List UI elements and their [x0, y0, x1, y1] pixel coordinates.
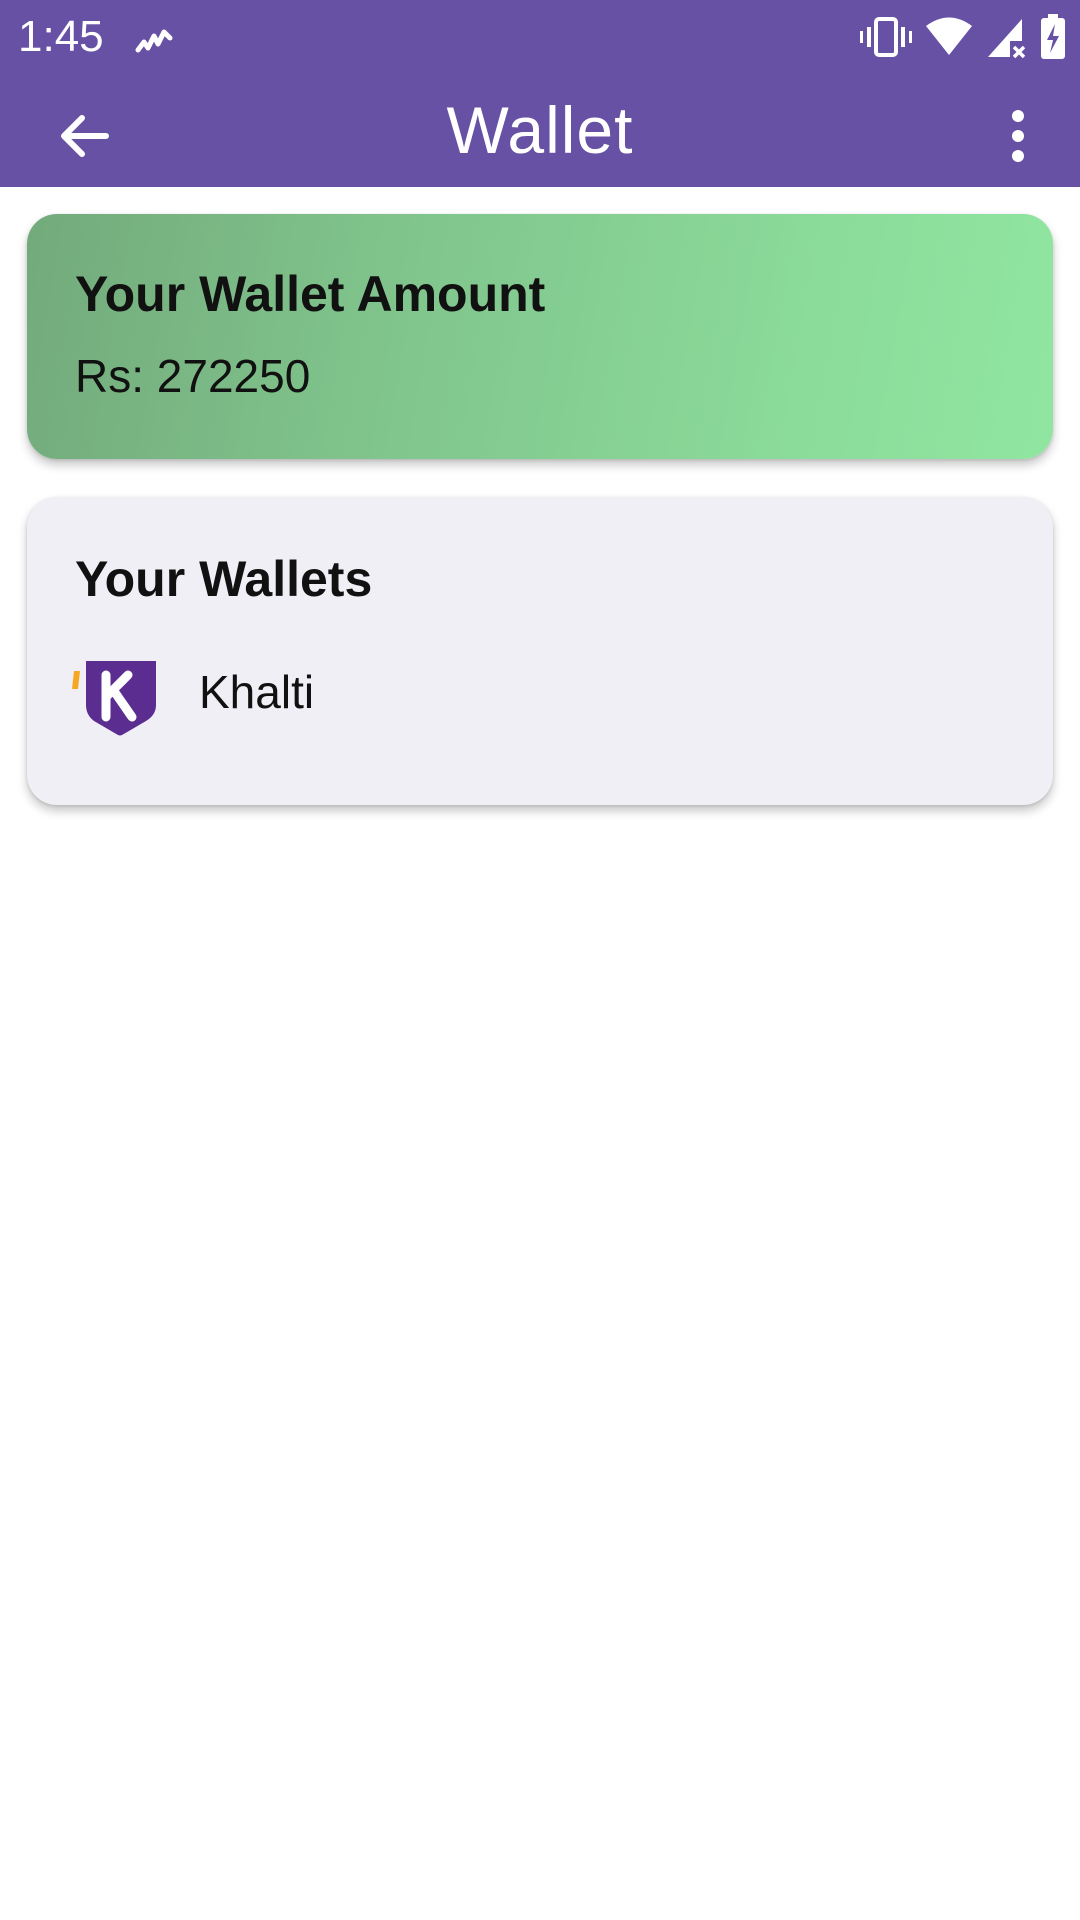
page-title: Wallet: [446, 93, 634, 167]
khalti-logo-icon: [57, 637, 167, 747]
wallets-card: Your Wallets Khalti: [27, 497, 1053, 805]
wifi-icon: [926, 17, 972, 57]
signal-no-data-icon: [986, 15, 1026, 59]
wallet-amount-card: Your Wallet Amount Rs: 272250: [27, 214, 1053, 459]
vibrate-icon: [860, 15, 912, 59]
app-header: 1:45 Wallet: [0, 0, 1080, 187]
more-options-button[interactable]: [986, 94, 1050, 182]
battery-charging-icon: [1040, 14, 1066, 60]
activity-icon: [134, 20, 174, 60]
wallet-amount-title: Your Wallet Amount: [75, 266, 546, 322]
status-bar: 1:45: [0, 0, 1080, 72]
wallets-title: Your Wallets: [75, 551, 373, 607]
wallet-item-label: Khalti: [199, 666, 315, 718]
wallet-amount-value: Rs: 272250: [75, 350, 311, 402]
toolbar: Wallet: [0, 72, 1080, 187]
more-vert-icon: [1008, 108, 1028, 169]
wallet-item-khalti[interactable]: Khalti: [57, 637, 1023, 747]
status-time: 1:45: [18, 12, 104, 61]
status-icons: [860, 12, 1066, 62]
